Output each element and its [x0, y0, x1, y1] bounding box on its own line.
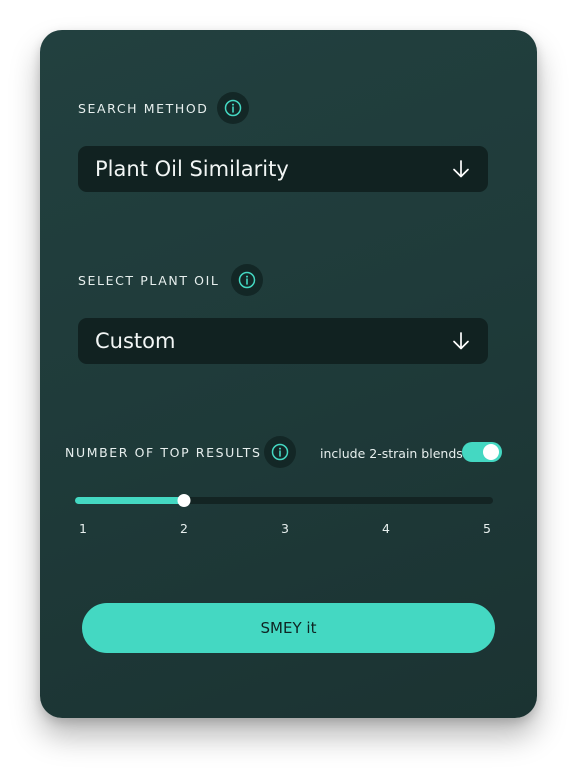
top-results-info-icon[interactable]: [264, 436, 296, 468]
search-method-info-icon[interactable]: [217, 92, 249, 124]
arrow-down-icon: [453, 332, 469, 350]
info-circle-icon: [271, 443, 289, 461]
plant-oil-select[interactable]: Custom: [78, 318, 488, 364]
slider-tick-label: 5: [483, 521, 491, 536]
include-blends-label: include 2-strain blends: [320, 446, 463, 461]
plant-oil-value: Custom: [95, 329, 176, 353]
search-panel: SEARCH METHOD Plant Oil Similarity SELEC…: [40, 30, 537, 718]
smey-it-button[interactable]: SMEY it: [82, 603, 495, 653]
info-circle-icon: [224, 99, 242, 117]
top-results-slider[interactable]: [75, 494, 493, 507]
slider-tick-label: 2: [180, 521, 188, 536]
info-circle-icon: [238, 271, 256, 289]
slider-tick-label: 4: [382, 521, 390, 536]
slider-tick-label: 3: [281, 521, 289, 536]
plant-oil-info-icon[interactable]: [231, 264, 263, 296]
slider-fill: [75, 497, 184, 504]
search-method-select[interactable]: Plant Oil Similarity: [78, 146, 488, 192]
slider-thumb[interactable]: [177, 494, 191, 507]
top-results-label: NUMBER OF TOP RESULTS: [65, 445, 262, 460]
search-method-label: SEARCH METHOD: [78, 101, 209, 116]
arrow-down-icon: [453, 160, 469, 178]
slider-tick-label: 1: [79, 521, 87, 536]
plant-oil-label: SELECT PLANT OIL: [78, 273, 220, 288]
toggle-knob: [483, 444, 499, 460]
include-blends-toggle[interactable]: [462, 442, 502, 462]
search-method-value: Plant Oil Similarity: [95, 157, 289, 181]
